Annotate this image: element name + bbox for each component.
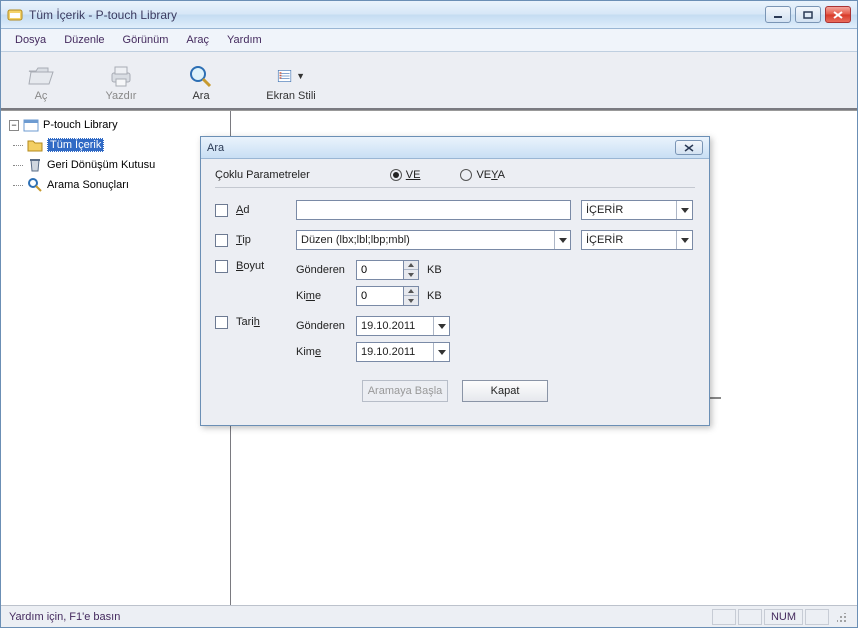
select-type-op[interactable]: İÇERİR — [581, 230, 693, 250]
input-name[interactable] — [296, 200, 571, 220]
check-name[interactable] — [215, 204, 228, 217]
chevron-down-icon: ▼ — [296, 71, 305, 81]
date-from-value: 19.10.2011 — [361, 320, 415, 332]
dialog-close-button[interactable] — [675, 140, 703, 155]
status-cell-1 — [712, 609, 736, 625]
status-num: NUM — [764, 609, 803, 625]
close-button[interactable] — [825, 6, 851, 23]
maximize-button[interactable] — [795, 6, 821, 23]
check-size[interactable] — [215, 260, 228, 273]
radio-and-label: VE — [406, 169, 421, 181]
toolbar-viewstyle-label: Ekran Stili — [266, 90, 316, 102]
toolbar-print-label: Yazdır — [106, 90, 137, 102]
printer-icon — [107, 64, 135, 88]
radio-and[interactable]: VE — [390, 169, 421, 181]
menu-view[interactable]: Görünüm — [115, 32, 177, 48]
select-name-op[interactable]: İÇERİR — [581, 200, 693, 220]
window-buttons — [765, 6, 851, 23]
menu-help[interactable]: Yardım — [219, 32, 270, 48]
toolbar-open-label: Aç — [35, 90, 48, 102]
list-style-icon: ▼ — [277, 64, 305, 88]
input-size-to[interactable] — [356, 286, 404, 306]
dialog-title: Ara — [207, 142, 675, 154]
toolbar-open[interactable]: Aç — [11, 64, 71, 102]
tree-recycle-label: Geri Dönüşüm Kutusu — [47, 159, 155, 171]
chevron-down-icon — [554, 231, 570, 249]
tree-root[interactable]: − P-touch Library — [7, 115, 224, 135]
check-date[interactable] — [215, 316, 228, 329]
menu-edit[interactable]: Düzenle — [56, 32, 112, 48]
tree-all-content[interactable]: Tüm İçerik — [25, 135, 224, 155]
select-type-value: Düzen (lbx;lbl;lbp;mbl) — [301, 234, 410, 246]
close-dialog-button[interactable]: Kapat — [462, 380, 548, 402]
tree-all-content-label: Tüm İçerik — [47, 138, 104, 152]
app-icon — [7, 7, 23, 23]
spin-down-icon[interactable] — [404, 296, 418, 305]
status-cell-4 — [805, 609, 829, 625]
label-name: Ad — [236, 204, 296, 216]
status-help-text: Yardım için, F1'e basın — [9, 611, 120, 623]
minimize-button[interactable] — [765, 6, 791, 23]
toolbar-search-label: Ara — [192, 90, 209, 102]
spin-up-icon[interactable] — [404, 287, 418, 296]
date-to[interactable]: 19.10.2011 — [356, 342, 450, 362]
statusbar: Yardım için, F1'e basın NUM — [1, 605, 857, 627]
date-from[interactable]: 19.10.2011 — [356, 316, 450, 336]
menu-file[interactable]: Dosya — [7, 32, 54, 48]
spin-up-icon[interactable] — [404, 261, 418, 270]
tree-search-results-label: Arama Sonuçları — [47, 179, 129, 191]
menubar: Dosya Düzenle Görünüm Araç Yardım — [1, 29, 857, 52]
input-size-from[interactable] — [356, 260, 404, 280]
magnifier-icon — [187, 64, 215, 88]
select-type[interactable]: Düzen (lbx;lbl;lbp;mbl) — [296, 230, 571, 250]
chevron-down-icon — [433, 317, 449, 335]
chevron-down-icon — [676, 231, 692, 249]
chevron-down-icon — [433, 343, 449, 361]
tree-panel: − P-touch Library Tüm İçerik Geri Dönüşü… — [1, 111, 231, 605]
label-size: Boyut — [236, 260, 296, 272]
toolbar: Aç Yazdır Ara ▼ Ekran Stili — [1, 52, 857, 110]
spin-size-to[interactable] — [356, 286, 419, 306]
label-date-to: Kime — [296, 346, 356, 358]
spin-down-icon[interactable] — [404, 270, 418, 279]
unit-kb: KB — [427, 290, 442, 302]
status-cell-2 — [738, 609, 762, 625]
label-date: Tarih — [236, 316, 296, 328]
date-to-value: 19.10.2011 — [361, 346, 415, 358]
titlebar: Tüm İçerik - P-touch Library — [1, 1, 857, 29]
tree-root-label: P-touch Library — [43, 119, 118, 131]
unit-kb: KB — [427, 264, 442, 276]
library-icon — [23, 117, 39, 133]
collapse-icon[interactable]: − — [9, 120, 19, 131]
folder-icon — [27, 137, 43, 153]
select-type-op-value: İÇERİR — [586, 234, 623, 246]
label-type: Tip — [236, 234, 296, 246]
window-title: Tüm İçerik - P-touch Library — [29, 8, 765, 22]
label-size-to: Kime — [296, 290, 356, 302]
dialog-titlebar: Ara — [201, 137, 709, 159]
tree-search-results[interactable]: Arama Sonuçları — [25, 175, 224, 195]
toolbar-search[interactable]: Ara — [171, 64, 231, 102]
chevron-down-icon — [676, 201, 692, 219]
toolbar-viewstyle[interactable]: ▼ Ekran Stili — [251, 64, 331, 102]
start-search-button[interactable]: Aramaya Başla — [362, 380, 448, 402]
check-type[interactable] — [215, 234, 228, 247]
label-size-from: Gönderen — [296, 264, 356, 276]
magnifier-small-icon — [27, 177, 43, 193]
spin-size-from[interactable] — [356, 260, 419, 280]
resize-grip[interactable] — [833, 609, 849, 625]
menu-tool[interactable]: Araç — [178, 32, 217, 48]
recycle-icon — [27, 157, 43, 173]
multi-params-label: Çoklu Parametreler — [215, 169, 310, 181]
label-date-from: Gönderen — [296, 320, 356, 332]
search-dialog: Ara Çoklu Parametreler VE VEYA Ad — [200, 136, 710, 426]
toolbar-print[interactable]: Yazdır — [91, 64, 151, 102]
radio-or[interactable]: VEYA — [460, 169, 505, 181]
select-name-op-value: İÇERİR — [586, 204, 623, 216]
dialog-body: Çoklu Parametreler VE VEYA Ad İÇERİR — [201, 159, 709, 425]
tree-recycle[interactable]: Geri Dönüşüm Kutusu — [25, 155, 224, 175]
folder-open-icon — [27, 64, 55, 88]
